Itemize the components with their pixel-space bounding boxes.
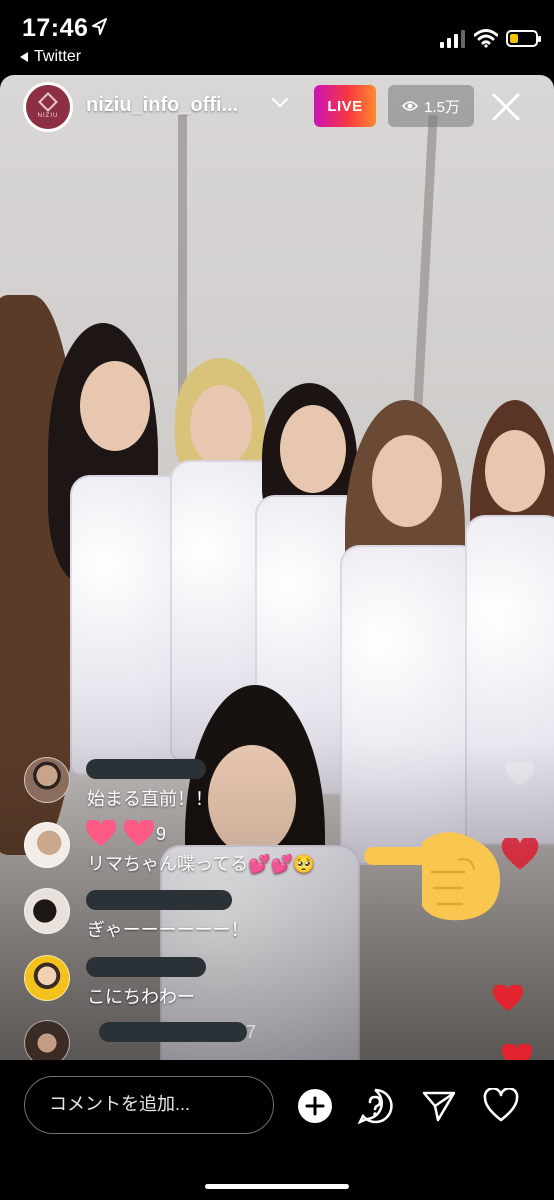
live-header: NIZIU niziu_info_offi... LIVE 1.5万 (0, 80, 554, 136)
host-username[interactable]: niziu_info_offi... (86, 94, 238, 117)
pointing-hand-emoji-icon (364, 832, 500, 921)
comment-item: 始まる直前！！ (24, 757, 324, 817)
comment-text: リマちゃん喋ってる💕💕🥺 (87, 854, 316, 874)
add-icon[interactable] (297, 1088, 333, 1124)
live-badge: LIVE (314, 85, 376, 127)
redacted-username (99, 1022, 247, 1042)
floating-heart-icon (493, 985, 523, 1011)
floating-heart-icon (501, 838, 539, 870)
redacted-username (86, 957, 206, 977)
send-icon[interactable] (421, 1088, 457, 1124)
viewer-count: 1.5万 (424, 98, 460, 116)
location-arrow-icon (92, 18, 107, 35)
performer-face (190, 385, 252, 467)
comment-text: ぎゃーーーーーー！ (87, 920, 249, 940)
comment-text: こにちわわー (87, 987, 195, 1007)
braided-hair-user-avatar[interactable] (24, 822, 70, 868)
comment-text: 始まる直前！！ (87, 789, 213, 809)
host-avatar-text: NIZIU (37, 113, 59, 119)
floating-heart-icon (506, 762, 534, 787)
wall-panel-seam (411, 114, 438, 446)
performer-face (372, 435, 442, 527)
partial-user-avatar[interactable] (24, 1020, 70, 1060)
comment-item: ぎゃーーーーーー！ (24, 888, 324, 948)
redacted-username (86, 890, 232, 910)
question-icon[interactable] (357, 1088, 393, 1124)
cellular-signal-icon (440, 30, 465, 48)
close-icon[interactable] (490, 91, 522, 123)
viewer-count-badge[interactable]: 1.5万 (388, 85, 474, 127)
comment-item: 9 リマちゃん喋ってる💕💕🥺 (24, 818, 324, 882)
status-bar: 17:46 Twitter (0, 0, 554, 75)
performer-face (485, 430, 545, 512)
battery-icon (506, 30, 541, 47)
partial-username: 7 (246, 1022, 257, 1042)
home-indicator[interactable] (205, 1184, 349, 1189)
host-avatar[interactable]: NIZIU (23, 82, 73, 132)
status-time: 17:46 (22, 14, 89, 42)
partial-username: 9 (156, 824, 167, 844)
redacted-username (86, 759, 206, 779)
cartoon-girl-user-avatar[interactable] (24, 955, 70, 1001)
heart-emoji-icon (123, 818, 155, 848)
chevron-down-icon[interactable] (271, 96, 289, 110)
sunglasses-user-avatar[interactable] (24, 757, 70, 803)
bottom-action-bar: コメントを追加... (0, 1060, 554, 1200)
wifi-icon (474, 29, 498, 48)
performer-face (280, 405, 346, 493)
performer-face (80, 361, 150, 451)
back-arrow-icon (20, 52, 28, 62)
comment-item: こにちわわー (24, 955, 324, 1015)
diamond-logo-icon (38, 92, 58, 112)
live-label: LIVE (327, 97, 363, 115)
back-to-app-link[interactable]: Twitter (20, 48, 81, 66)
heart-icon[interactable] (483, 1088, 519, 1124)
heart-emoji-icon (85, 818, 117, 848)
comment-input[interactable]: コメントを追加... (24, 1076, 274, 1134)
host-avatar-logo: NIZIU (26, 85, 70, 129)
hair-back-user-avatar[interactable] (24, 888, 70, 934)
back-app-label: Twitter (34, 48, 82, 65)
comment-input-placeholder: コメントを追加... (49, 1094, 191, 1114)
comment-item: 7 (24, 1020, 324, 1060)
eye-icon (402, 101, 419, 111)
battery-level (510, 34, 518, 43)
